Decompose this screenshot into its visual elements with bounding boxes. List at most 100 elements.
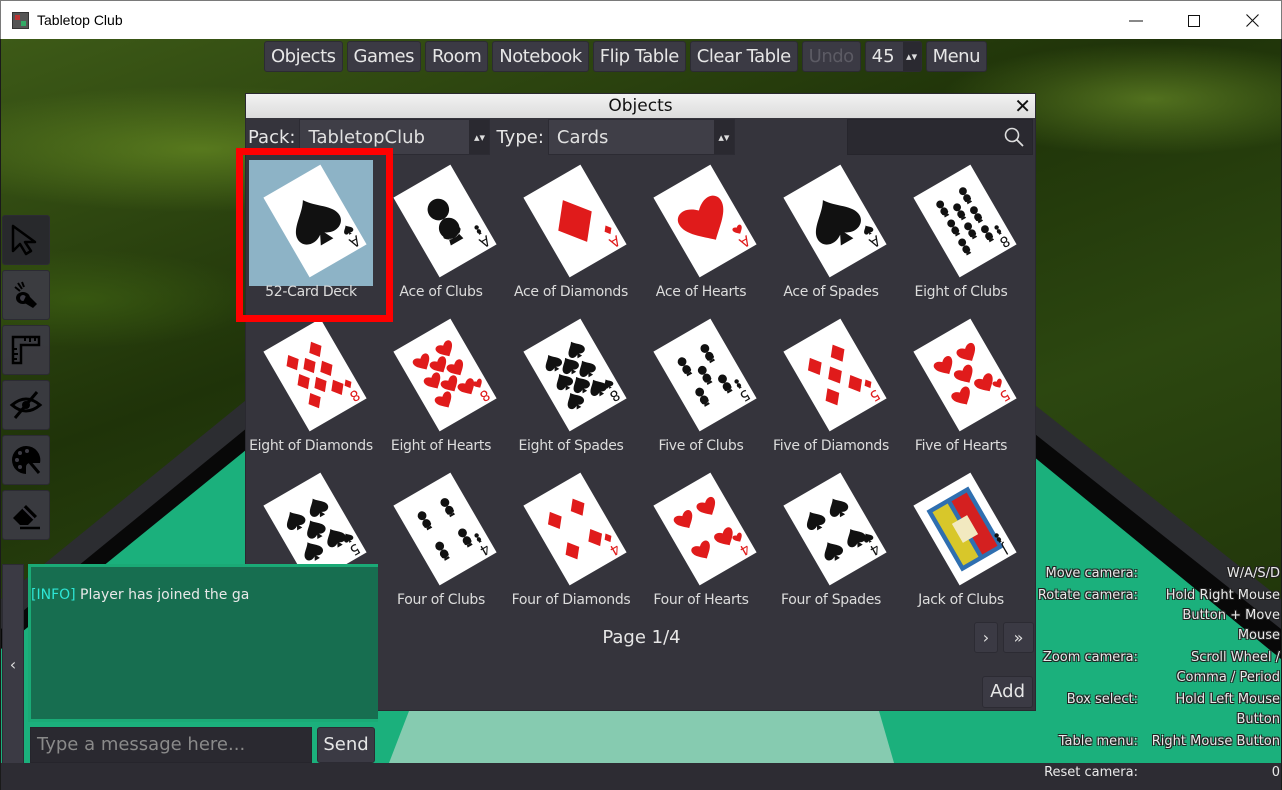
- object-thumbnail: J: [899, 468, 1023, 594]
- object-tile[interactable]: A Ace of Diamonds: [506, 160, 636, 314]
- object-tile[interactable]: J Jack of Clubs: [896, 468, 1026, 622]
- object-tile[interactable]: A 52-Card Deck: [246, 160, 376, 314]
- object-tile[interactable]: A Ace of Clubs: [376, 160, 506, 314]
- object-tile[interactable]: 8 Eight of Hearts: [376, 314, 506, 468]
- rotation-spinbox[interactable]: 45 ▴▾: [864, 41, 922, 72]
- minimize-button[interactable]: [1107, 1, 1165, 40]
- object-tile[interactable]: 4 Four of Hearts: [636, 468, 766, 622]
- object-thumbnail: 5: [639, 314, 763, 440]
- cursor-icon: [11, 224, 37, 256]
- control-action: Table menu:: [1058, 734, 1138, 749]
- rotation-value[interactable]: 45: [866, 42, 903, 71]
- pack-select[interactable]: TabletopClub ▴▾: [299, 119, 491, 155]
- object-label: Four of Diamonds: [511, 592, 631, 608]
- playing-card-image: 8: [523, 318, 627, 432]
- object-label: Eight of Clubs: [914, 284, 1008, 300]
- send-button[interactable]: Send: [317, 727, 375, 763]
- object-label: Five of Diamonds: [773, 438, 889, 454]
- object-tile[interactable]: 5 Five of Hearts: [896, 314, 1026, 468]
- select-arrows-icon: ▴▾: [713, 120, 734, 154]
- window-titlebar: Tabletop Club: [0, 0, 1282, 39]
- main-toolbar: Objects Games Room Notebook Flip Table C…: [264, 41, 987, 72]
- menu-button[interactable]: Menu: [925, 41, 987, 72]
- object-thumbnail: 8: [899, 160, 1023, 286]
- controls-row-reset-camera: Reset camera: 0: [1036, 763, 1280, 783]
- select-arrows-icon: ▴▾: [469, 120, 490, 154]
- playing-card-image: J: [913, 472, 1017, 586]
- object-tile[interactable]: A Ace of Spades: [766, 160, 896, 314]
- ruler-tool[interactable]: [2, 325, 50, 375]
- playing-card-image: A: [393, 164, 497, 278]
- object-tile[interactable]: A Ace of Hearts: [636, 160, 766, 314]
- type-select[interactable]: Cards ▴▾: [547, 119, 735, 155]
- erase-tool[interactable]: [2, 490, 50, 540]
- object-thumbnail: A: [379, 160, 503, 286]
- dialog-title: Objects: [608, 96, 673, 116]
- object-tile[interactable]: 8 Eight of Diamonds: [246, 314, 376, 468]
- object-label: Ace of Spades: [783, 284, 879, 300]
- objects-button[interactable]: Objects: [264, 41, 343, 72]
- object-label: Ace of Hearts: [655, 284, 747, 300]
- type-value: Cards: [556, 126, 609, 148]
- object-tile[interactable]: 4 Four of Clubs: [376, 468, 506, 622]
- playing-card-image: A: [263, 164, 367, 278]
- spin-arrows-icon[interactable]: ▴▾: [902, 42, 921, 71]
- object-thumbnail: 4: [769, 468, 893, 594]
- close-window-button[interactable]: [1223, 1, 1281, 40]
- playing-card-image: 4: [783, 472, 887, 586]
- playing-card-image: 4: [653, 472, 757, 586]
- chat-message-input[interactable]: Type a message here...: [30, 727, 312, 763]
- playing-card-image: 5: [653, 318, 757, 432]
- add-button[interactable]: Add: [982, 676, 1033, 708]
- flick-tool[interactable]: [2, 270, 50, 320]
- games-button[interactable]: Games: [346, 41, 421, 72]
- object-thumbnail: 8: [379, 314, 503, 440]
- maximize-button[interactable]: [1165, 1, 1223, 40]
- notebook-button[interactable]: Notebook: [492, 41, 589, 72]
- clear-table-button[interactable]: Clear Table: [689, 41, 798, 72]
- flip-table-button[interactable]: Flip Table: [592, 41, 686, 72]
- chat-message-tag: [INFO]: [31, 587, 76, 603]
- dialog-close-button[interactable]: ✕: [1014, 94, 1031, 118]
- room-button[interactable]: Room: [424, 41, 489, 72]
- object-tile[interactable]: 8 Eight of Spades: [506, 314, 636, 468]
- undo-button[interactable]: Undo: [801, 41, 861, 72]
- controls-row: Zoom camera: Scroll Wheel / Comma / Perio…: [1036, 648, 1280, 688]
- object-label: Eight of Spades: [518, 438, 624, 454]
- hidden-area-tool[interactable]: [2, 380, 50, 430]
- control-binding: Right Mouse Button: [1151, 734, 1280, 749]
- control-action: Zoom camera:: [1042, 650, 1138, 665]
- chat-message: [INFO] Player has joined the game.: [31, 567, 249, 603]
- next-page-button[interactable]: ›: [974, 622, 998, 653]
- chat-message-text: Player has joined the game.: [80, 587, 249, 603]
- chat-toggle-button[interactable]: ‹: [2, 564, 24, 764]
- pack-value: TabletopClub: [308, 126, 425, 148]
- object-label: Five of Clubs: [658, 438, 744, 454]
- controls-row: Box select: Hold Left Mouse Button: [1036, 690, 1280, 730]
- playing-card-image: 8: [393, 318, 497, 432]
- object-grid: A 52-Card Deck A Ace of Clubs A Ace of Diamon…: [246, 160, 1037, 622]
- window-title: Tabletop Club: [37, 12, 123, 28]
- search-input[interactable]: [847, 119, 1033, 155]
- object-tile[interactable]: 4 Four of Spades: [766, 468, 896, 622]
- paint-tool[interactable]: [2, 435, 50, 485]
- playing-card-image: A: [523, 164, 627, 278]
- object-tile[interactable]: 5 Five of Clubs: [636, 314, 766, 468]
- pack-label: Pack:: [248, 126, 296, 148]
- last-page-button[interactable]: »: [1003, 622, 1034, 653]
- eye-slash-icon: [9, 391, 43, 419]
- object-tile[interactable]: 5 Five of Diamonds: [766, 314, 896, 468]
- cursor-tool[interactable]: [2, 215, 50, 265]
- tool-palette: [2, 215, 50, 540]
- object-thumbnail: A: [249, 160, 373, 286]
- flick-hand-icon: [14, 281, 37, 308]
- object-tile[interactable]: 8 Eight of Clubs: [896, 160, 1026, 314]
- object-tile[interactable]: 4 Four of Diamonds: [506, 468, 636, 622]
- control-action: Rotate camera:: [1037, 588, 1138, 603]
- object-label: Jack of Clubs: [918, 592, 1004, 608]
- close-icon: [1245, 14, 1259, 27]
- control-action: Move camera:: [1045, 566, 1138, 581]
- playing-card-image: 8: [263, 318, 367, 432]
- control-action: Reset camera:: [1044, 765, 1138, 780]
- palette-icon: [12, 445, 41, 474]
